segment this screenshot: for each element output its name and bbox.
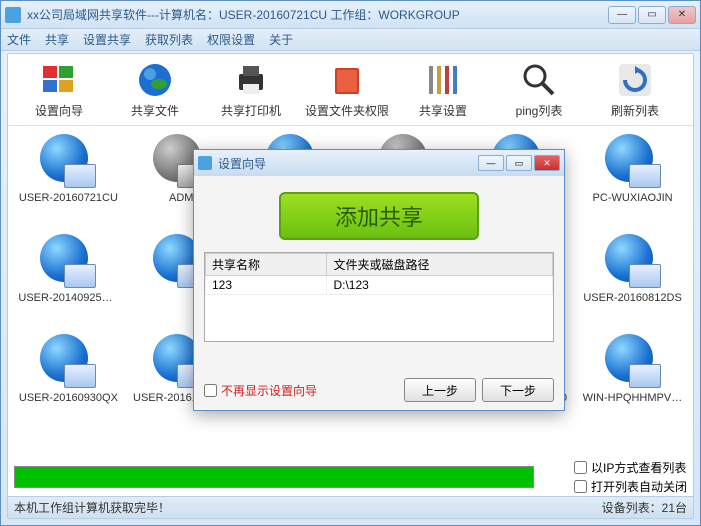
computer-label: ADM — [169, 192, 193, 204]
dont-show-checkbox[interactable] — [204, 384, 217, 397]
dialog-app-icon — [198, 156, 212, 170]
windows-flag-icon — [39, 60, 79, 100]
computer-label: WIN-HPQHHMPV9KI — [583, 392, 683, 404]
share-table-wrap: 共享名称 文件夹或磁盘路径 123D:\123 — [204, 252, 554, 342]
tb-set-folder-perm[interactable]: 设置文件夹权限 — [304, 60, 390, 119]
setup-wizard-dialog: 设置向导 — ▭ ✕ 添加共享 共享名称 文件夹或磁盘路径 123D:\123 — [193, 149, 565, 411]
computer-item[interactable]: USER-20140925GM — [14, 234, 123, 330]
menu-share[interactable]: 共享 — [45, 31, 69, 48]
view-options: 以IP方式查看列表 打开列表自动关闭 — [574, 459, 687, 495]
computer-label: USER-20140925GM — [18, 292, 118, 304]
tb-label: 共享设置 — [419, 102, 467, 119]
computer-item[interactable]: USER-20160930QX — [14, 334, 123, 430]
globe-icon — [135, 60, 175, 100]
tb-label: 刷新列表 — [611, 102, 659, 119]
dialog-window-controls: — ▭ ✕ — [478, 155, 560, 171]
tb-label: 设置文件夹权限 — [305, 102, 389, 119]
cell-folder-path: D:\123 — [327, 276, 553, 295]
check-auto-close[interactable]: 打开列表自动关闭 — [574, 478, 687, 495]
refresh-icon — [615, 60, 655, 100]
check-auto-close-box[interactable] — [574, 480, 587, 493]
menu-about[interactable]: 关于 — [269, 31, 293, 48]
menu-file[interactable]: 文件 — [7, 31, 31, 48]
check-ip-view-box[interactable] — [574, 461, 587, 474]
tools-icon — [423, 60, 463, 100]
dialog-body: 添加共享 共享名称 文件夹或磁盘路径 123D:\123 不再显示设置向导 上一… — [194, 176, 564, 410]
tb-share-settings[interactable]: 共享设置 — [400, 60, 486, 119]
window-title: xx公司局域网共享软件---计算机名：USER-20160721CU 工作组：W… — [27, 6, 608, 23]
dialog-footer: 不再显示设置向导 上一步 下一步 — [204, 378, 554, 402]
check-auto-close-label: 打开列表自动关闭 — [591, 478, 687, 495]
computer-item[interactable]: PC-WUXIAOJIN — [578, 134, 687, 230]
computer-globe-icon — [40, 234, 96, 290]
tb-label: 共享打印机 — [221, 102, 281, 119]
dialog-close-button[interactable]: ✕ — [534, 155, 560, 171]
progress-bar — [14, 466, 534, 488]
menu-set-share[interactable]: 设置共享 — [83, 31, 131, 48]
printer-icon — [231, 60, 271, 100]
col-share-name[interactable]: 共享名称 — [206, 254, 327, 276]
statusbar: 本机工作组计算机获取完毕！ 设备列表：21台 — [8, 496, 693, 518]
cell-share-name: 123 — [206, 276, 327, 295]
prev-button[interactable]: 上一步 — [404, 378, 476, 402]
computer-globe-icon — [605, 234, 661, 290]
add-share-button[interactable]: 添加共享 — [279, 192, 479, 240]
tb-label: 共享文件 — [131, 102, 179, 119]
window-controls: — ▭ ✕ — [608, 6, 696, 24]
dialog-title: 设置向导 — [218, 155, 478, 172]
tb-label: ping列表 — [516, 102, 563, 119]
close-button[interactable]: ✕ — [668, 6, 696, 24]
check-ip-view-label: 以IP方式查看列表 — [591, 459, 686, 476]
toolbar: 设置向导 共享文件 共享打印机 设置文件夹权限 — [8, 54, 693, 126]
computer-globe-icon — [605, 134, 661, 190]
share-table: 共享名称 文件夹或磁盘路径 123D:\123 — [205, 253, 553, 295]
computer-globe-icon — [605, 334, 661, 390]
computer-item[interactable]: WIN-HPQHHMPV9KI — [578, 334, 687, 430]
titlebar: xx公司局域网共享软件---计算机名：USER-20160721CU 工作组：W… — [1, 1, 700, 29]
status-right: 设备列表：21台 — [602, 499, 687, 516]
computer-label: USER-20160721CU — [19, 192, 118, 204]
app-icon — [5, 7, 21, 23]
menu-get-list[interactable]: 获取列表 — [145, 31, 193, 48]
computer-item[interactable]: USER-20160721CU — [14, 134, 123, 230]
dialog-minimize-button[interactable]: — — [478, 155, 504, 171]
col-folder-path[interactable]: 文件夹或磁盘路径 — [327, 254, 553, 276]
tb-refresh-list[interactable]: 刷新列表 — [592, 60, 678, 119]
menu-permissions[interactable]: 权限设置 — [207, 31, 255, 48]
tb-setup-wizard[interactable]: 设置向导 — [16, 60, 102, 119]
menubar: 文件 共享 设置共享 获取列表 权限设置 关于 — [1, 29, 700, 51]
next-button[interactable]: 下一步 — [482, 378, 554, 402]
computer-globe-icon — [40, 134, 96, 190]
table-row[interactable]: 123D:\123 — [206, 276, 553, 295]
computer-label: USER-20160812DS — [583, 292, 681, 304]
computer-label: USER-20160930QX — [19, 392, 118, 404]
dont-show-again[interactable]: 不再显示设置向导 — [204, 382, 317, 399]
status-left: 本机工作组计算机获取完毕！ — [14, 499, 170, 516]
magnifier-icon — [519, 60, 559, 100]
book-icon — [327, 60, 367, 100]
tb-share-files[interactable]: 共享文件 — [112, 60, 198, 119]
minimize-button[interactable]: — — [608, 6, 636, 24]
computer-label: PC-WUXIAOJIN — [593, 192, 673, 204]
check-ip-view[interactable]: 以IP方式查看列表 — [574, 459, 687, 476]
bottom-bar: 以IP方式查看列表 打开列表自动关闭 — [8, 460, 693, 494]
dialog-titlebar: 设置向导 — ▭ ✕ — [194, 150, 564, 176]
maximize-button[interactable]: ▭ — [638, 6, 666, 24]
main-window: xx公司局域网共享软件---计算机名：USER-20160721CU 工作组：W… — [0, 0, 701, 526]
computer-globe-icon — [40, 334, 96, 390]
tb-ping-list[interactable]: ping列表 — [496, 60, 582, 119]
tb-share-printer[interactable]: 共享打印机 — [208, 60, 294, 119]
dont-show-label: 不再显示设置向导 — [221, 382, 317, 399]
tb-label: 设置向导 — [35, 102, 83, 119]
computer-item[interactable]: USER-20160812DS — [578, 234, 687, 330]
dialog-maximize-button[interactable]: ▭ — [506, 155, 532, 171]
